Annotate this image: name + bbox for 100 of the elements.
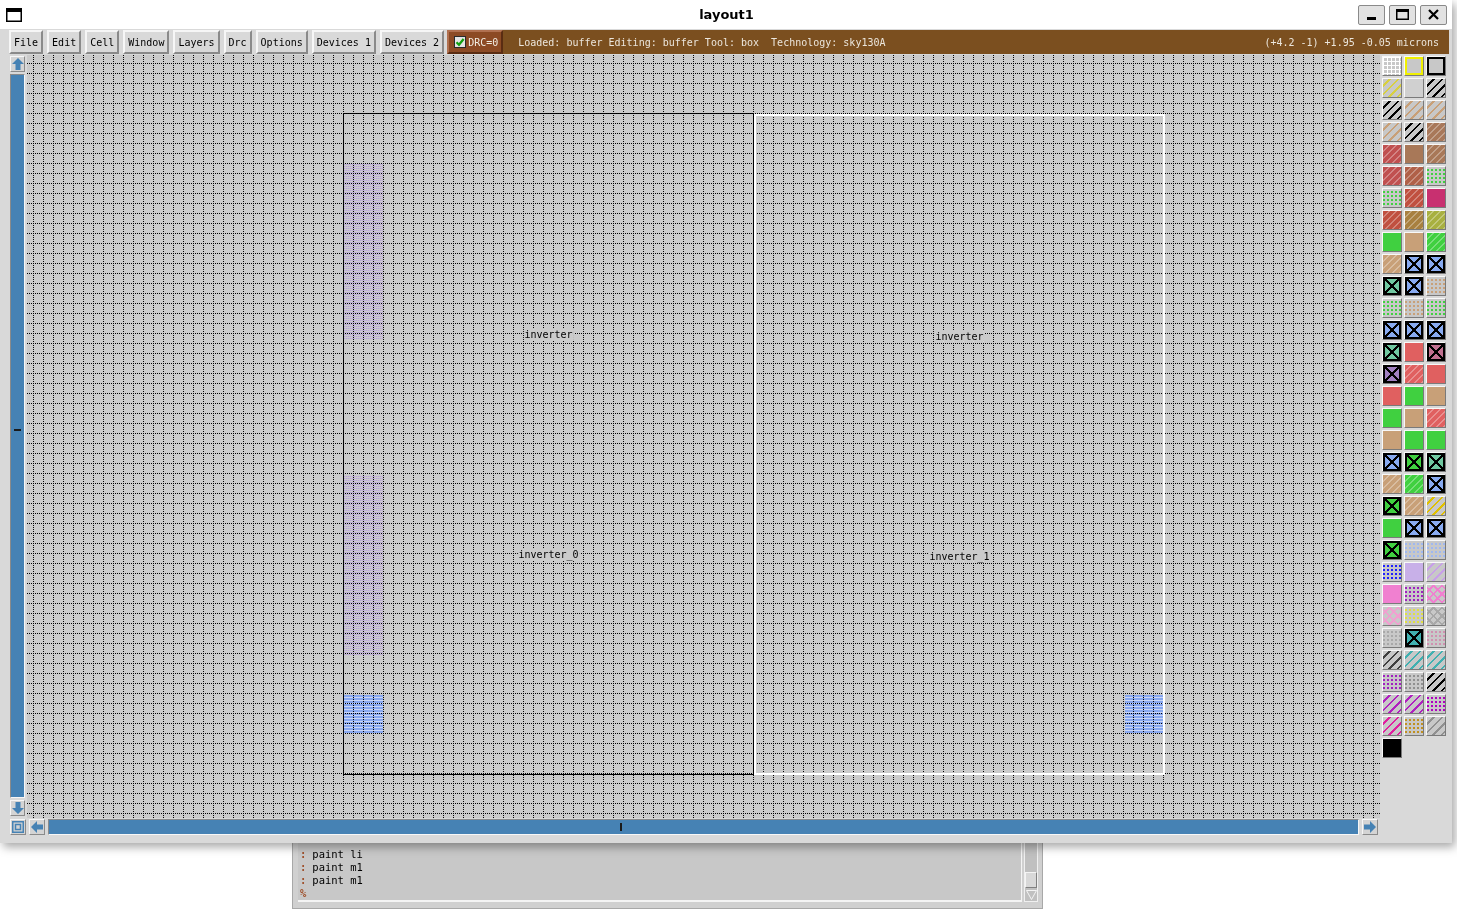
zoom-button[interactable] [10,819,26,835]
layer-swatch-icon[interactable] [1404,78,1424,98]
layer-swatch-icon[interactable] [1404,298,1424,318]
menu-button[interactable]: Cell [85,30,120,54]
scroll-left-button[interactable] [29,819,45,835]
layer-swatch-icon[interactable] [1404,650,1424,670]
layer-swatch-icon[interactable] [1426,56,1446,76]
scroll-thumb[interactable] [14,428,21,431]
layer-swatch-icon[interactable] [1404,254,1424,274]
layer-swatch-icon[interactable] [1382,166,1402,186]
layer-swatch-icon[interactable] [1426,232,1446,252]
menu-button[interactable]: Edit [47,30,82,54]
layer-swatch-icon[interactable] [1382,342,1402,362]
layer-swatch-icon[interactable] [1426,628,1446,648]
layer-swatch-icon[interactable] [1382,496,1402,516]
layer-swatch-icon[interactable] [1426,694,1446,714]
layer-swatch-icon[interactable] [1404,276,1424,296]
layer-swatch-icon[interactable] [1404,166,1424,186]
layer-swatch-icon[interactable] [1404,342,1424,362]
layer-swatch-icon[interactable] [1404,584,1424,604]
layer-swatch-icon[interactable] [1404,672,1424,692]
layer-swatch-icon[interactable] [1382,364,1402,384]
layer-swatch-icon[interactable] [1426,452,1446,472]
scroll-up-button[interactable] [10,56,25,72]
layer-swatch-icon[interactable] [1382,232,1402,252]
layer-swatch-icon[interactable] [1426,606,1446,626]
menu-button[interactable]: File [9,30,44,54]
layer-swatch-icon[interactable] [1382,78,1402,98]
layer-swatch-icon[interactable] [1382,716,1402,736]
layer-swatch-icon[interactable] [1426,342,1446,362]
scrollbar-track[interactable] [1024,843,1038,902]
scroll-thumb[interactable] [1025,872,1037,888]
layer-swatch-icon[interactable] [1426,276,1446,296]
layer-swatch-icon[interactable] [1382,628,1402,648]
layer-swatch-icon[interactable] [1404,716,1424,736]
layer-swatch-icon[interactable] [1404,540,1424,560]
menu-button[interactable]: Devices 1 [311,30,376,54]
layer-swatch-icon[interactable] [1382,188,1402,208]
layer-swatch-icon[interactable] [1426,78,1446,98]
layer-swatch-icon[interactable] [1404,562,1424,582]
layer-swatch-icon[interactable] [1426,298,1446,318]
layer-swatch-icon[interactable] [1382,320,1402,340]
layer-swatch-icon[interactable] [1382,672,1402,692]
layer-swatch-icon[interactable] [1426,254,1446,274]
layer-swatch-icon[interactable] [1426,408,1446,428]
layer-swatch-icon[interactable] [1426,430,1446,450]
cell-outline[interactable]: inverter inverter_1 [754,114,1165,775]
layer-swatch-icon[interactable] [1404,122,1424,142]
layer-swatch-icon[interactable] [1382,430,1402,450]
scroll-thumb[interactable] [619,823,622,831]
layer-swatch-icon[interactable] [1404,496,1424,516]
menu-button[interactable]: Devices 2 [379,30,445,54]
cell-outline[interactable]: inverter inverter_0 [343,113,754,775]
minimize-button[interactable] [1358,4,1385,25]
layer-swatch-icon[interactable] [1382,276,1402,296]
layer-swatch-icon[interactable] [1426,144,1446,164]
layer-swatch-icon[interactable] [1404,694,1424,714]
layer-swatch-icon[interactable] [1382,408,1402,428]
layer-swatch-icon[interactable] [1382,254,1402,274]
layer-swatch-icon[interactable] [1382,540,1402,560]
layer-swatch-icon[interactable] [1426,496,1446,516]
menu-button[interactable]: Layers [173,30,220,54]
layer-swatch-icon[interactable] [1426,650,1446,670]
layer-swatch-icon[interactable] [1404,474,1424,494]
layer-swatch-icon[interactable] [1382,694,1402,714]
layer-swatch-icon[interactable] [1426,188,1446,208]
layer-swatch-icon[interactable] [1426,364,1446,384]
window-menu-icon[interactable] [6,7,22,22]
layer-swatch-icon[interactable] [1426,474,1446,494]
layer-swatch-icon[interactable] [1404,452,1424,472]
layer-swatch-icon[interactable] [1404,100,1424,120]
layer-swatch-icon[interactable] [1404,386,1424,406]
layer-swatch-icon[interactable] [1382,518,1402,538]
layer-swatch-icon[interactable] [1426,166,1446,186]
layer-swatch-icon[interactable] [1382,562,1402,582]
layer-swatch-icon[interactable] [1426,672,1446,692]
layer-swatch-icon[interactable] [1404,210,1424,230]
layer-swatch-icon[interactable] [1382,650,1402,670]
layer-swatch-icon[interactable] [1426,562,1446,582]
scroll-track[interactable] [48,819,1359,835]
layer-swatch-icon[interactable] [1382,144,1402,164]
layer-swatch-icon[interactable] [1382,210,1402,230]
menu-button[interactable]: Options [255,30,308,54]
layer-swatch-icon[interactable] [1404,320,1424,340]
layer-swatch-icon[interactable] [1426,518,1446,538]
close-button[interactable] [1420,4,1447,25]
layer-swatch-icon[interactable] [1426,210,1446,230]
layer-swatch-icon[interactable] [1382,56,1402,76]
layer-swatch-icon[interactable] [1404,364,1424,384]
scroll-track[interactable] [10,74,25,798]
layer-swatch-icon[interactable] [1426,100,1446,120]
maximize-button[interactable] [1389,4,1416,25]
layer-swatch-icon[interactable] [1404,144,1424,164]
layer-swatch-icon[interactable] [1382,738,1402,758]
layer-swatch-icon[interactable] [1426,320,1446,340]
menu-button[interactable]: Drc [223,30,252,54]
layer-swatch-icon[interactable] [1382,584,1402,604]
layer-swatch-icon[interactable] [1382,452,1402,472]
layer-swatch-icon[interactable] [1426,584,1446,604]
layer-swatch-icon[interactable] [1404,606,1424,626]
